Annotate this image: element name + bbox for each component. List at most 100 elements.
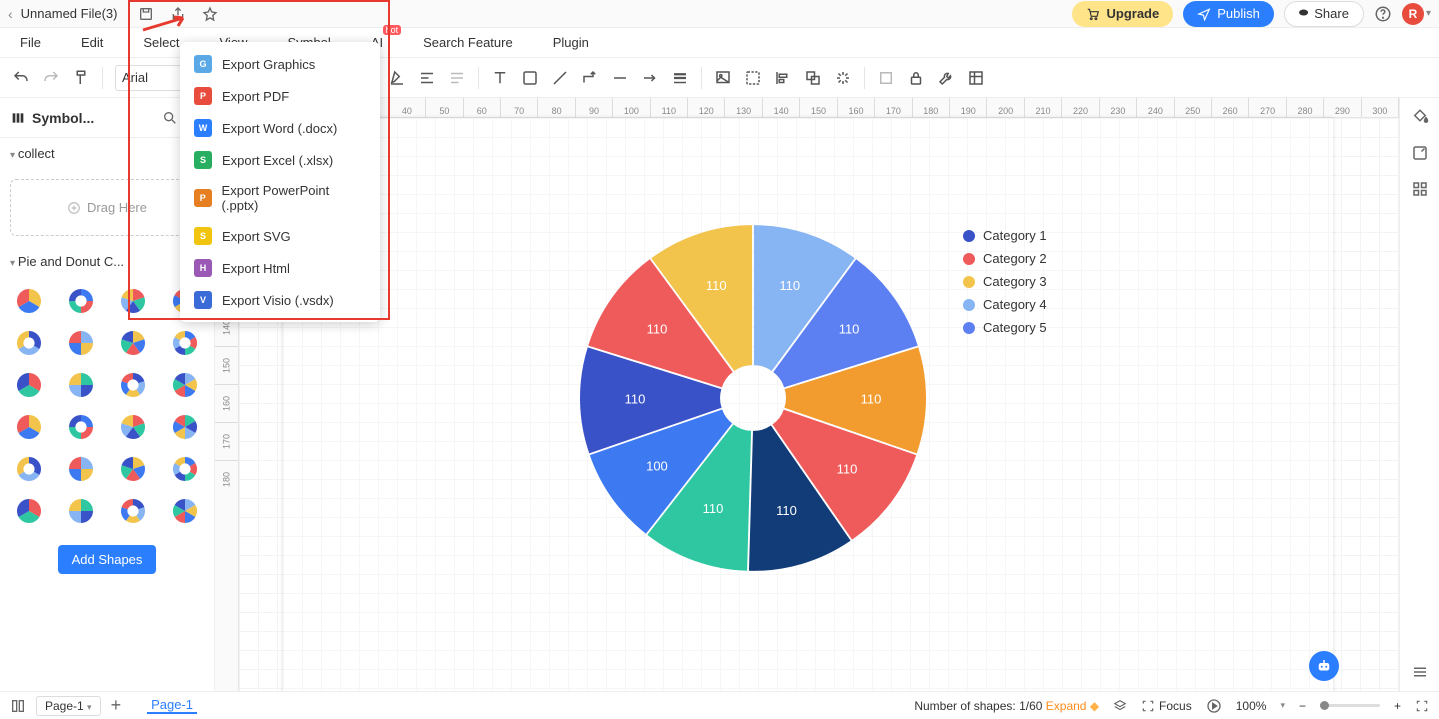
layers-status-icon[interactable] (1113, 699, 1127, 713)
share-button[interactable]: ⬬ Share (1284, 1, 1364, 27)
search-icon[interactable] (162, 110, 178, 126)
connector-icon[interactable] (581, 69, 599, 87)
fill-panel-icon[interactable] (1411, 108, 1429, 126)
title-bar-icons (138, 6, 218, 22)
shape-thumb[interactable] (110, 325, 156, 361)
zoom-slider[interactable] (1320, 704, 1380, 707)
shape-thumb[interactable] (58, 451, 104, 487)
export-item-label: Export Visio (.vsdx) (222, 293, 334, 308)
shape-thumb[interactable] (58, 283, 104, 319)
group-icon[interactable] (804, 69, 822, 87)
grid-panel-icon[interactable] (1411, 180, 1429, 198)
shape-thumb[interactable] (162, 493, 208, 529)
zoom-in-button[interactable]: + (1394, 699, 1401, 713)
export-menu-item[interactable]: WExport Word (.docx) (180, 112, 380, 144)
share-export-icon[interactable] (170, 6, 186, 22)
shape-thumb[interactable] (58, 409, 104, 445)
shape-thumb[interactable] (110, 367, 156, 403)
shape-thumb[interactable] (110, 283, 156, 319)
expand-link[interactable]: Expand (1046, 699, 1087, 713)
menu-plugin[interactable]: Plugin (553, 35, 589, 50)
export-menu-item[interactable]: PExport PowerPoint (.pptx) (180, 176, 380, 220)
shape-thumb[interactable] (6, 367, 52, 403)
fill-icon[interactable] (521, 69, 539, 87)
upgrade-button[interactable]: Upgrade (1072, 1, 1173, 27)
fullscreen-icon[interactable] (1415, 699, 1429, 713)
menu-select[interactable]: Select (143, 35, 179, 50)
save-icon[interactable] (138, 6, 154, 22)
export-menu-item[interactable]: PExport PDF (180, 80, 380, 112)
shape-thumb[interactable] (6, 451, 52, 487)
file-name[interactable]: Unnamed File(3) (21, 6, 118, 21)
export-item-label: Export PDF (222, 89, 289, 104)
align-objects-icon[interactable] (774, 69, 792, 87)
line-style-icon[interactable] (611, 69, 629, 87)
help-icon[interactable] (1374, 5, 1392, 23)
effects-icon[interactable] (834, 69, 852, 87)
arrow-style-icon[interactable] (641, 69, 659, 87)
play-icon[interactable] (1206, 698, 1222, 714)
align-vertical-icon[interactable] (448, 69, 466, 87)
shape-thumb[interactable] (110, 451, 156, 487)
highlight-icon[interactable] (388, 69, 406, 87)
menu-search-feature[interactable]: Search Feature (423, 35, 513, 50)
line-weight-icon[interactable] (671, 69, 689, 87)
zoom-out-button[interactable]: − (1299, 699, 1306, 713)
image-icon[interactable] (714, 69, 732, 87)
menu-file[interactable]: File (20, 35, 41, 50)
shape-thumb[interactable] (58, 493, 104, 529)
export-menu-item[interactable]: HExport Html (180, 252, 380, 284)
shape-thumb[interactable] (110, 409, 156, 445)
star-icon[interactable] (202, 6, 218, 22)
text-tool-icon[interactable] (491, 69, 509, 87)
export-menu-item[interactable]: SExport SVG (180, 220, 380, 252)
avatar: R (1402, 3, 1424, 25)
shape-thumb[interactable] (58, 325, 104, 361)
file-type-icon: S (194, 151, 212, 169)
hot-badge: hot (383, 25, 402, 35)
user-menu[interactable]: R ▾ (1402, 3, 1431, 25)
export-menu-item[interactable]: GExport Graphics (180, 48, 380, 80)
focus-button[interactable]: Focus (1141, 699, 1192, 713)
page-tab[interactable]: Page-1 (147, 697, 197, 714)
share-label: Share (1314, 6, 1349, 21)
publish-button[interactable]: Publish (1183, 1, 1274, 27)
export-menu-item[interactable]: VExport Visio (.vsdx) (180, 284, 380, 316)
shape-thumb[interactable] (162, 325, 208, 361)
shape-thumb[interactable] (6, 493, 52, 529)
shape-thumb[interactable] (6, 283, 52, 319)
wrench-icon[interactable] (937, 69, 955, 87)
pie-chart[interactable]: 110110110110110110100110110110 (573, 218, 933, 578)
assistant-bot-button[interactable] (1309, 651, 1339, 681)
export-menu-item[interactable]: SExport Excel (.xlsx) (180, 144, 380, 176)
redo-icon[interactable] (42, 69, 60, 87)
menu-edit[interactable]: Edit (81, 35, 103, 50)
shape-thumb[interactable] (6, 325, 52, 361)
shape-thumb[interactable] (6, 409, 52, 445)
shape-thumb[interactable] (58, 367, 104, 403)
outline-panel-icon[interactable] (1411, 144, 1429, 162)
drop-zone[interactable]: Drag Here (10, 179, 204, 236)
page[interactable]: 110110110110110110100110110110 Category … (283, 118, 1333, 691)
lock-icon[interactable] (907, 69, 925, 87)
table-icon[interactable] (967, 69, 985, 87)
pages-icon[interactable] (10, 698, 26, 714)
shape-thumb[interactable] (162, 367, 208, 403)
container-icon[interactable] (744, 69, 762, 87)
undo-icon[interactable] (12, 69, 30, 87)
shape-thumb[interactable] (162, 409, 208, 445)
ruler-tick: 180 (215, 460, 238, 498)
zoom-value[interactable]: 100% (1236, 699, 1267, 713)
add-shapes-button[interactable]: Add Shapes (58, 545, 157, 574)
format-painter-icon[interactable] (72, 69, 90, 87)
layers-icon[interactable] (877, 69, 895, 87)
align-left-icon[interactable] (418, 69, 436, 87)
shape-thumb[interactable] (162, 451, 208, 487)
shape-thumb[interactable] (110, 493, 156, 529)
back-button[interactable]: ‹ (8, 6, 13, 22)
add-page-button[interactable]: + (111, 695, 122, 716)
line-color-icon[interactable] (551, 69, 569, 87)
settings-panel-icon[interactable] (1411, 663, 1429, 681)
page-select[interactable]: Page-1 ▾ (36, 696, 101, 716)
canvas[interactable]: 110110110110110110100110110110 Category … (239, 118, 1399, 691)
